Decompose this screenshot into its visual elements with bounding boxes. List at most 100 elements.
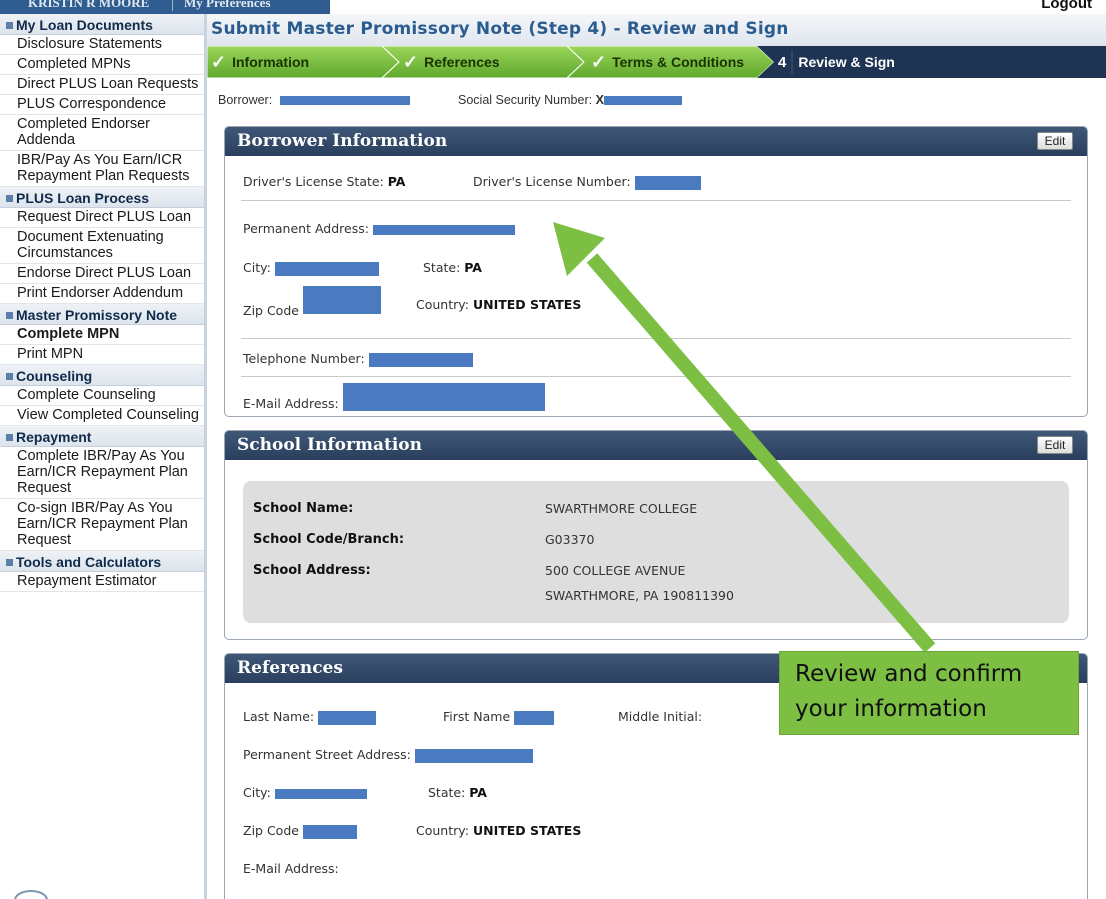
sidebar: My Loan Documents Disclosure Statements … <box>0 14 207 899</box>
panel-title: References <box>237 658 343 678</box>
page-title: Submit Master Promissory Note (Step 4) -… <box>211 19 789 39</box>
redacted-reference-city <box>274 788 367 799</box>
reference-last-name: Last Name: <box>243 709 377 725</box>
redacted-first-name <box>514 710 555 725</box>
checkmark-icon: ✓ <box>211 51 227 72</box>
reference-state: State: PA <box>428 785 487 800</box>
page-header: Submit Master Promissory Note (Step 4) -… <box>207 14 1106 46</box>
section-marker-icon <box>6 433 13 441</box>
redacted-address <box>372 224 515 235</box>
school-address-label: School Address: <box>253 563 371 578</box>
step-review-sign: 4 Review & Sign <box>778 53 895 71</box>
edit-borrower-button[interactable]: Edit <box>1037 132 1073 150</box>
step-terms-conditions: ✓ Terms & Conditions <box>591 51 745 72</box>
sidebar-item-completed-mpns[interactable]: Completed MPNs <box>0 55 204 75</box>
sidebar-section-plus-loan-process: PLUS Loan Process <box>0 187 204 208</box>
sidebar-item-plus-correspondence[interactable]: PLUS Correspondence <box>0 95 204 115</box>
school-address-line1: 500 COLLEGE AVENUE <box>545 563 686 578</box>
sidebar-item-plus-loan-requests[interactable]: Direct PLUS Loan Requests <box>0 75 204 95</box>
reference-street-address: Permanent Street Address: <box>243 747 533 763</box>
email-field: E-Mail Address: <box>243 383 545 411</box>
panel-title: Borrower Information <box>237 131 448 151</box>
sidebar-section-counseling: Counseling <box>0 365 204 386</box>
sidebar-item-complete-repayment-plan[interactable]: Complete IBR/Pay As You Earn/ICR Repayme… <box>0 447 204 499</box>
section-marker-icon <box>6 21 13 29</box>
redacted-license-number <box>634 175 701 190</box>
step-references: ✓ References <box>403 51 500 72</box>
drivers-license-number: Driver's License Number: <box>473 174 701 190</box>
redacted-last-name <box>318 710 377 725</box>
reference-middle-initial: Middle Initial: <box>618 709 703 724</box>
panel-title: School Information <box>237 435 422 455</box>
divider <box>241 338 1071 339</box>
callout-box: Review and confirm your information <box>779 651 1079 735</box>
city-field: City: <box>243 260 379 276</box>
sidebar-item-endorse-plus-loan[interactable]: Endorse Direct PLUS Loan <box>0 264 204 284</box>
step-information: ✓ Information <box>211 51 310 72</box>
sidebar-item-extenuating-circumstances[interactable]: Document Extenuating Circumstances <box>0 228 204 264</box>
drivers-license-state: Driver's License State: PA <box>243 174 406 189</box>
reference-city: City: <box>243 785 367 800</box>
sidebar-item-request-plus-loan[interactable]: Request Direct PLUS Loan <box>0 208 204 228</box>
user-bar: KRISTIN R MOORE My Preferences <box>0 0 330 14</box>
redacted-borrower-name <box>279 96 410 106</box>
sidebar-item-complete-counseling[interactable]: Complete Counseling <box>0 386 204 406</box>
user-name: KRISTIN R MOORE <box>28 0 150 10</box>
reference-country: Country: UNITED STATES <box>416 823 582 838</box>
redacted-email <box>342 383 545 411</box>
sidebar-item-print-mpn[interactable]: Print MPN <box>0 345 204 365</box>
sidebar-section-my-loan-documents: My Loan Documents <box>0 14 204 35</box>
sidebar-item-endorser-addenda[interactable]: Completed Endorser Addenda <box>0 115 204 151</box>
sidebar-section-master-promissory-note: Master Promissory Note <box>0 304 204 325</box>
section-marker-icon <box>6 558 13 566</box>
redacted-city <box>274 261 379 276</box>
borrower-information-panel: Borrower Information Edit Driver's Licen… <box>224 126 1088 417</box>
sidebar-item-disclosure-statements[interactable]: Disclosure Statements <box>0 35 204 55</box>
country-field: Country: UNITED STATES <box>416 297 582 312</box>
reference-email: E-Mail Address: <box>243 861 339 876</box>
borrower-summary: Borrower: Social Security Number: X <box>218 93 682 107</box>
reference-zip-code: Zip Code <box>243 823 357 839</box>
sidebar-section-tools: Tools and Calculators <box>0 551 204 572</box>
redacted-zip <box>302 286 381 314</box>
callout-line1: Review and confirm <box>795 661 1023 687</box>
step-number: 4 <box>778 53 787 71</box>
top-bar: KRISTIN R MOORE My Preferences Logout <box>0 0 1106 14</box>
permanent-address: Permanent Address: <box>243 221 515 236</box>
panel-header: School Information Edit <box>225 431 1087 460</box>
callout-line2: your information <box>795 696 987 722</box>
divider <box>241 200 1071 201</box>
sidebar-item-repayment-estimator[interactable]: Repayment Estimator <box>0 572 204 592</box>
preferences-link[interactable]: My Preferences <box>184 0 271 11</box>
school-code-value: G03370 <box>545 532 595 547</box>
section-marker-icon <box>6 311 13 319</box>
redacted-ssn <box>603 96 682 106</box>
ssn-field: Social Security Number: X <box>458 93 682 107</box>
sidebar-item-complete-mpn[interactable]: Complete MPN <box>0 325 204 345</box>
telephone-field: Telephone Number: <box>243 351 473 367</box>
sidebar-item-view-completed-counseling[interactable]: View Completed Counseling <box>0 406 204 426</box>
school-code-label: School Code/Branch: <box>253 532 405 547</box>
step-progress-bar: ✓ Information ✓ References ✓ Terms & Con… <box>207 46 1106 78</box>
edit-school-button[interactable]: Edit <box>1037 436 1073 454</box>
logout-link[interactable]: Logout <box>1041 0 1092 12</box>
school-name-label: School Name: <box>253 501 354 516</box>
state-field: State: PA <box>423 260 482 275</box>
checkmark-icon: ✓ <box>403 51 419 72</box>
sidebar-item-cosign-repayment-plan[interactable]: Co-sign IBR/Pay As You Earn/ICR Repaymen… <box>0 499 204 551</box>
school-details: School Name: SWARTHMORE COLLEGE School C… <box>243 481 1069 623</box>
user-bar-divider <box>172 0 173 11</box>
sidebar-item-print-endorser-addendum[interactable]: Print Endorser Addendum <box>0 284 204 304</box>
borrower-label: Borrower: <box>218 93 273 107</box>
zip-code-field: Zip Code <box>243 286 381 318</box>
redacted-reference-zip <box>302 824 357 839</box>
school-address-line2: SWARTHMORE, PA 190811390 <box>545 588 734 603</box>
section-marker-icon <box>6 372 13 380</box>
panel-header: Borrower Information Edit <box>225 127 1087 156</box>
school-name-value: SWARTHMORE COLLEGE <box>545 501 698 516</box>
redacted-phone <box>368 352 473 367</box>
school-information-panel: School Information Edit School Name: SWA… <box>224 430 1088 640</box>
sidebar-item-repayment-plan-requests[interactable]: IBR/Pay As You Earn/ICR Repayment Plan R… <box>0 151 204 187</box>
divider <box>241 376 1071 377</box>
reference-first-name: First Name <box>443 709 555 725</box>
